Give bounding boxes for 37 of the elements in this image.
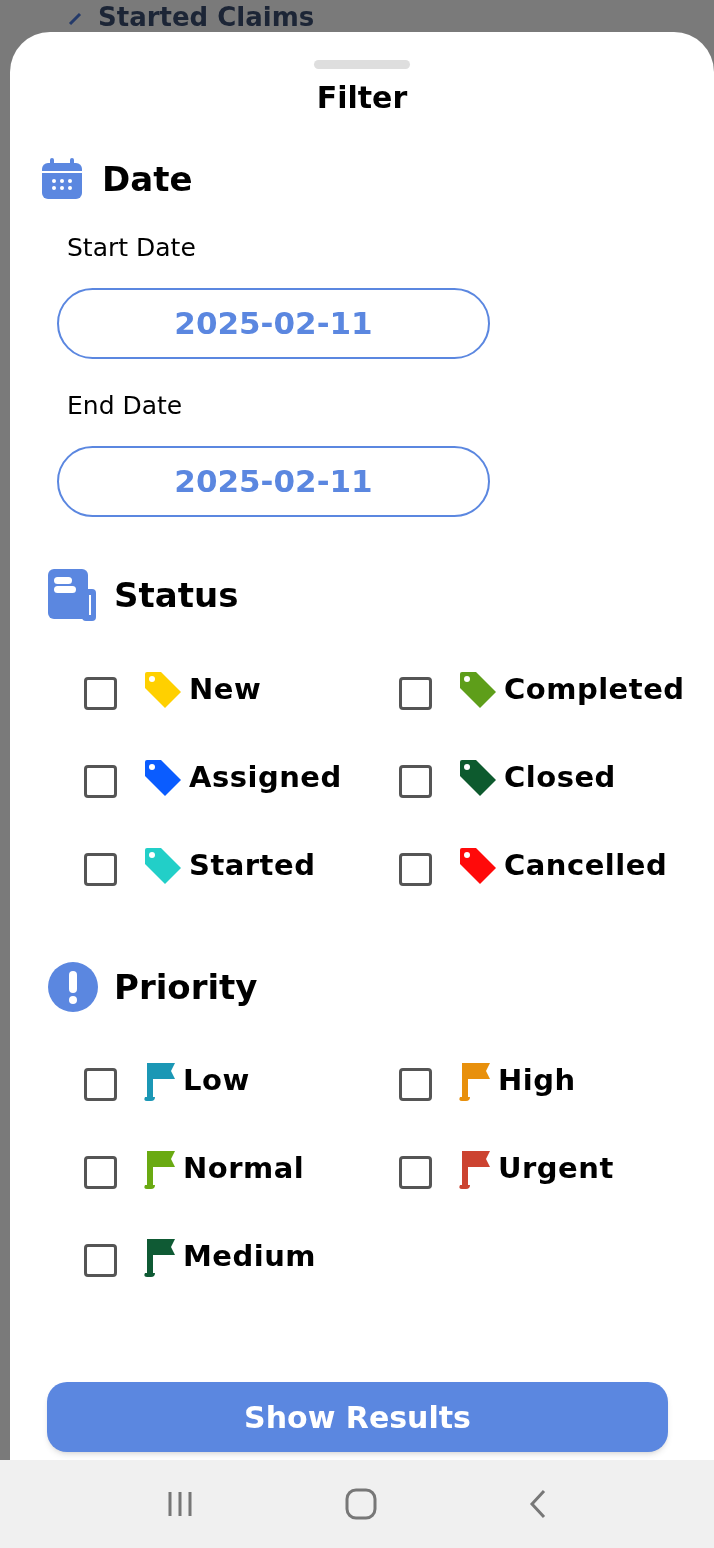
section-heading: Date (102, 162, 193, 196)
option-label: New (189, 675, 262, 704)
checkbox[interactable] (84, 853, 117, 886)
sheet-title: Filter (316, 83, 408, 113)
option-label: High (498, 1066, 576, 1095)
document-icon (48, 569, 96, 621)
date-field[interactable]: 2025-02-11 (57, 288, 490, 359)
checkbox[interactable] (399, 677, 432, 710)
section-heading: Priority (114, 970, 258, 1004)
checkbox[interactable] (84, 765, 117, 798)
option-label: Urgent (498, 1154, 614, 1183)
option-label: Started (189, 851, 316, 880)
date-field[interactable]: 2025-02-11 (57, 446, 490, 517)
option-label: Normal (183, 1154, 305, 1183)
show-results-button[interactable]: Show Results (47, 1382, 668, 1452)
alert-icon (48, 962, 98, 1012)
option-label: Cancelled (504, 851, 668, 880)
section-heading: Status (114, 578, 239, 612)
checkbox[interactable] (84, 1156, 117, 1189)
option-label: Closed (504, 763, 616, 792)
calendar-icon (40, 157, 84, 201)
checkbox[interactable] (399, 1156, 432, 1189)
home-icon[interactable] (345, 1488, 377, 1520)
checkbox[interactable] (84, 1068, 117, 1101)
page-title: Started Claims (98, 2, 315, 32)
field-label: End Date (67, 393, 184, 418)
field-label: Start Date (67, 235, 197, 260)
checkbox[interactable] (84, 1244, 117, 1277)
option-label: Low (183, 1066, 250, 1095)
option-label: Medium (183, 1242, 317, 1271)
option-label: Assigned (189, 763, 342, 792)
drag-handle[interactable] (314, 60, 410, 69)
option-label: Completed (504, 675, 685, 704)
checkbox[interactable] (399, 853, 432, 886)
checkbox[interactable] (84, 677, 117, 710)
checkbox[interactable] (399, 765, 432, 798)
checkbox[interactable] (399, 1068, 432, 1101)
